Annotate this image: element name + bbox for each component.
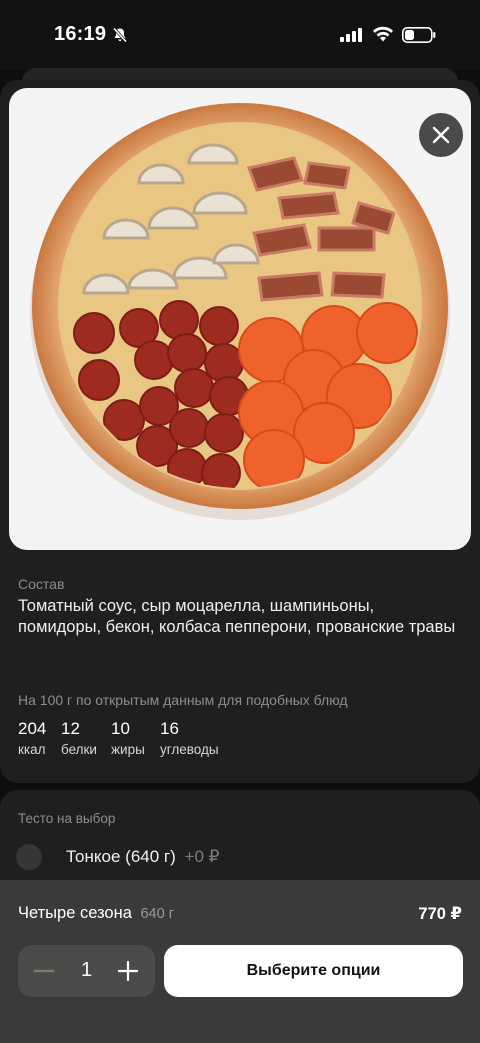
signal-icon bbox=[340, 28, 362, 42]
nutrition-label: углеводы bbox=[160, 742, 219, 757]
nutrition-label: жиры bbox=[111, 742, 145, 757]
nutrition-kcal: 204 ккал bbox=[18, 719, 46, 757]
nutrition-value: 10 bbox=[111, 719, 130, 738]
option-thin-dough[interactable]: Тонкое (640 г) +0 ₽ bbox=[66, 847, 219, 867]
pizza-image bbox=[30, 103, 450, 520]
nutrition-fat: 10 жиры bbox=[111, 719, 145, 757]
option-label: Тонкое (640 г) bbox=[66, 847, 176, 866]
options-title: Тесто на выбор bbox=[18, 811, 116, 826]
product-photo bbox=[9, 88, 471, 550]
nutrition-label: белки bbox=[61, 742, 97, 757]
plus-icon[interactable] bbox=[118, 961, 138, 981]
composition-title: Состав bbox=[18, 576, 65, 592]
nutrition-protein: 12 белки bbox=[61, 719, 97, 757]
bell-slash-icon bbox=[112, 27, 128, 43]
close-icon bbox=[432, 126, 450, 144]
wifi-icon bbox=[373, 26, 393, 42]
status-bar: 16:19 bbox=[0, 0, 480, 70]
composition-text: Томатный соус, сыр моцарелла, шампиньоны… bbox=[18, 597, 456, 636]
nutrition-label: ккал bbox=[18, 742, 46, 757]
select-options-button[interactable]: Выберите опции bbox=[164, 945, 463, 997]
product-name: Четыре сезона bbox=[18, 904, 132, 922]
product-summary: Четыре сезона 640 г bbox=[18, 904, 174, 923]
option-price: +0 ₽ bbox=[184, 847, 220, 866]
nutrition-note: На 100 г по открытым данным для подобных… bbox=[18, 692, 348, 708]
product-weight: 640 г bbox=[140, 906, 174, 922]
nutrition-carbs: 16 углеводы bbox=[160, 719, 219, 757]
quantity-stepper: 1 bbox=[18, 945, 155, 997]
nutrition-value: 16 bbox=[160, 719, 179, 738]
product-price: 770 ₽ bbox=[418, 905, 462, 923]
battery-icon bbox=[402, 27, 436, 43]
option-radio[interactable] bbox=[16, 844, 42, 870]
status-time: 16:19 bbox=[54, 23, 107, 45]
nutrition-value: 204 bbox=[18, 719, 47, 738]
nutrition-value: 12 bbox=[61, 719, 80, 738]
close-button[interactable] bbox=[419, 113, 463, 157]
